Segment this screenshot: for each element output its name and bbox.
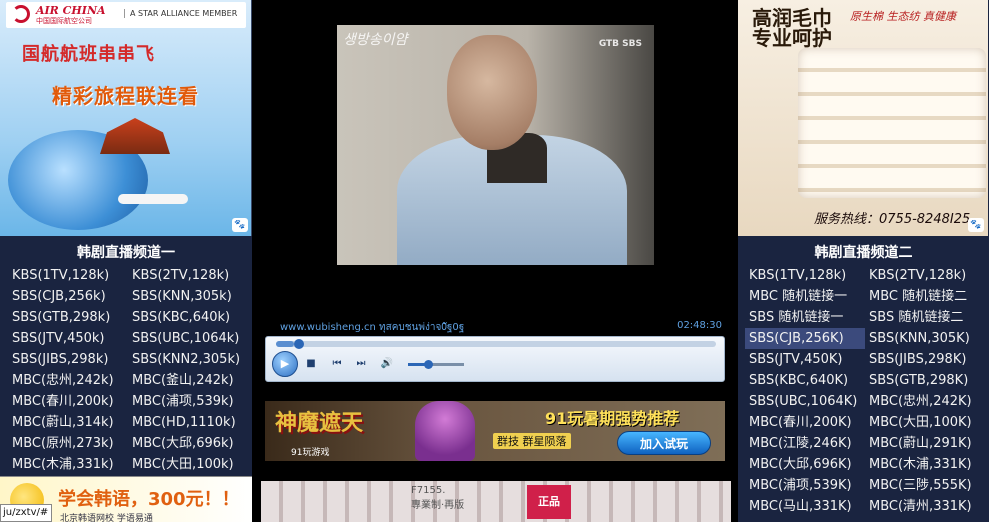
fashion-ad-tag: F7155. 專業制·再版	[411, 485, 464, 511]
right-channel-link[interactable]: MBC(大邱,696K)	[745, 454, 865, 475]
airchina-brand-cn: 中国国际航空公司	[36, 17, 92, 25]
left-channel-link[interactable]: SBS(UBC,1064k)	[128, 328, 248, 349]
ad-subheadline: 精彩旅程联连看	[52, 84, 199, 108]
temple-image	[100, 118, 170, 154]
left-channel-link[interactable]: SBS(KBC,640k)	[128, 307, 248, 328]
channel-group-one-title: 韩剧直播频道一	[77, 245, 175, 261]
play-button[interactable]: ▶	[272, 351, 298, 377]
player-info-bar: www.wubisheng.cn ทุสคบชนพ่ง่าจ0ัฐ0ฐ 02:4…	[278, 320, 724, 334]
right-channel-link[interactable]: MBC(江陵,246K)	[745, 433, 865, 454]
airchina-logo: AIR CHINA 中国国际航空公司 A STAR ALLIANCE MEMBE…	[6, 2, 246, 28]
left-channel-link[interactable]: SBS(KNN,305k)	[128, 286, 248, 307]
previous-button[interactable]: ⏮	[330, 357, 344, 371]
right-channel-link[interactable]: MBC 随机链接一	[745, 286, 865, 307]
fashion-banner-ad[interactable]: F7155. 專業制·再版 正品	[261, 481, 731, 522]
channel-group-two-title: 韩剧直播频道二	[814, 245, 913, 261]
airchina-banner-ad[interactable]: AIR CHINA 中国国际航空公司 A STAR ALLIANCE MEMBE…	[0, 0, 252, 236]
korean-course-ad-sub: 北京韩语网校 学语易通	[60, 514, 153, 522]
game-ad-title: 91玩暑期强势推荐	[545, 409, 680, 428]
media-player-controls: ▶ ■ ⏮ ⏭ 🔊	[265, 336, 725, 382]
left-channel-link[interactable]: MBC(大田,100k)	[128, 454, 248, 475]
volume-slider-thumb[interactable]	[423, 360, 433, 369]
game-ad-brand: 91玩游戏	[291, 448, 330, 458]
right-channel-link[interactable]: MBC(春川,200K)	[745, 412, 865, 433]
right-channel-link[interactable]: SBS(KNN,305K)	[865, 328, 985, 349]
fashion-ad-tagline: 專業制·再版	[411, 500, 465, 511]
left-channel-link[interactable]: MBC(HD,1110k)	[128, 412, 248, 433]
ad-headline: 国航航班串串飞	[22, 44, 155, 65]
right-channel-link[interactable]: MBC(清州,331K)	[865, 496, 985, 517]
right-channel-link[interactable]: MBC(浦项,539K)	[745, 475, 865, 496]
right-channel-link[interactable]: SBS 随机链接二	[865, 307, 985, 328]
right-channel-link[interactable]: SBS(KBC,640K)	[745, 370, 865, 391]
korean-course-ad-text: 学会韩语，300元！！	[58, 489, 240, 510]
right-channel-link[interactable]: MBC(木浦,331K)	[865, 454, 985, 475]
video-subject-head	[447, 35, 537, 150]
seek-bar-thumb[interactable]	[293, 339, 304, 349]
left-channel-link[interactable]: MBC(釜山,242k)	[128, 370, 248, 391]
status-bar-url: ju/zxtv/#	[0, 504, 52, 522]
left-channel-link[interactable]: MBC(大邱,696k)	[128, 433, 248, 454]
game-logo: 神魔遮天	[275, 411, 364, 436]
right-channel-link[interactable]: SBS(JTV,450K)	[745, 349, 865, 370]
paw-icon[interactable]: 🐾	[968, 218, 984, 232]
game-character-image	[415, 401, 475, 461]
broadcast-logo-left: 생방송이얌	[343, 32, 408, 48]
right-channel-link[interactable]: MBC 随机链接二	[865, 286, 985, 307]
seek-bar-fill	[276, 341, 294, 347]
right-channel-link[interactable]: SBS(UBC,1064K)	[745, 391, 865, 412]
next-button[interactable]: ⏭	[354, 357, 368, 371]
left-channel-link[interactable]: MBC(木浦,331k)	[8, 454, 128, 475]
volume-slider[interactable]	[408, 360, 464, 369]
right-channel-link[interactable]: SBS(CJB,256K)	[745, 328, 865, 349]
left-channel-link[interactable]: SBS(JIBS,298k)	[8, 349, 128, 370]
right-channel-link[interactable]: MBC(忠州,242K)	[865, 391, 985, 412]
left-channel-link[interactable]: SBS(GTB,298k)	[8, 307, 128, 328]
game-banner-ad[interactable]: 神魔遮天 91玩暑期强势推荐 群技 群星陨落 加入试玩 91玩游戏	[265, 401, 725, 461]
stop-button[interactable]: ■	[304, 357, 318, 371]
towel-ad-slogan: 原生棉 生态纺 真健康	[850, 10, 956, 23]
right-channel-link[interactable]: SBS(GTB,298K)	[865, 370, 985, 391]
page: AIR CHINA 中国国际航空公司 A STAR ALLIANCE MEMBE…	[0, 0, 989, 522]
right-channel-link[interactable]: MBC(三陟,555K)	[865, 475, 985, 496]
towel-ad-phone: 服务热线：0755-8248I25	[814, 212, 971, 227]
left-channel-link[interactable]: SBS(KNN2,305k)	[128, 349, 248, 370]
right-channel-link[interactable]: MBC(蔚山,291K)	[865, 433, 985, 454]
right-channel-link[interactable]: SBS 随机链接一	[745, 307, 865, 328]
left-channel-link[interactable]: MBC(忠州,242k)	[8, 370, 128, 391]
seek-bar[interactable]	[276, 339, 716, 349]
right-channel-link[interactable]: MBC(大田,100K)	[865, 412, 985, 433]
fashion-ad-badge: 正品	[527, 485, 571, 519]
fashion-ad-code: F7155.	[411, 485, 446, 496]
try-game-button[interactable]: 加入试玩	[617, 431, 711, 455]
left-channel-link[interactable]: MBC(春川,200k)	[8, 391, 128, 412]
left-channel-link[interactable]: KBS(2TV,128k)	[128, 265, 248, 286]
right-channel-link[interactable]: MBC(马山,331K)	[745, 496, 865, 517]
paw-icon[interactable]: 🐾	[232, 218, 248, 232]
star-alliance-label: A STAR ALLIANCE MEMBER	[124, 9, 237, 18]
player-url: www.wubisheng.cn ทุสคบชนพ่ง่าจ0ัฐ0ฐ	[280, 322, 465, 333]
left-channel-link[interactable]: MBC(原州,273k)	[8, 433, 128, 454]
right-channel-link[interactable]: KBS(1TV,128k)	[745, 265, 865, 286]
left-channel-link[interactable]: MBC(浦项,539k)	[128, 391, 248, 412]
towel-ad-title-line2: 专业呵护	[752, 26, 832, 50]
left-channel-link[interactable]: SBS(CJB,256k)	[8, 286, 128, 307]
right-channel-link[interactable]: KBS(2TV,128k)	[865, 265, 985, 286]
channel-list-two: KBS(1TV,128k) KBS(2TV,128k) MBC 随机链接一 MBC 随…	[745, 265, 985, 517]
airplane-image	[118, 194, 188, 204]
player-time: 02:48:30	[677, 320, 722, 331]
airchina-phoenix-icon	[12, 5, 30, 23]
towels-image	[798, 48, 986, 198]
right-channel-link[interactable]: SBS(JIBS,298K)	[865, 349, 985, 370]
volume-icon[interactable]: 🔊	[380, 357, 394, 371]
left-channel-link[interactable]: MBC(蔚山,314k)	[8, 412, 128, 433]
video-screen[interactable]: 생방송이얌 GTB SBS	[337, 25, 654, 265]
broadcast-logo-right: GTB SBS	[598, 39, 642, 49]
left-channel-link[interactable]: SBS(JTV,450k)	[8, 328, 128, 349]
channel-list-one: KBS(1TV,128k) KBS(2TV,128k) SBS(CJB,256k) S…	[8, 265, 248, 475]
left-channel-link[interactable]: KBS(1TV,128k)	[8, 265, 128, 286]
game-ad-subtitle: 群技 群星陨落	[493, 433, 571, 449]
towel-banner-ad[interactable]: 高润毛巾 专业呵护 原生棉 生态纺 真健康 服务热线：0755-8248I25 …	[738, 0, 988, 236]
